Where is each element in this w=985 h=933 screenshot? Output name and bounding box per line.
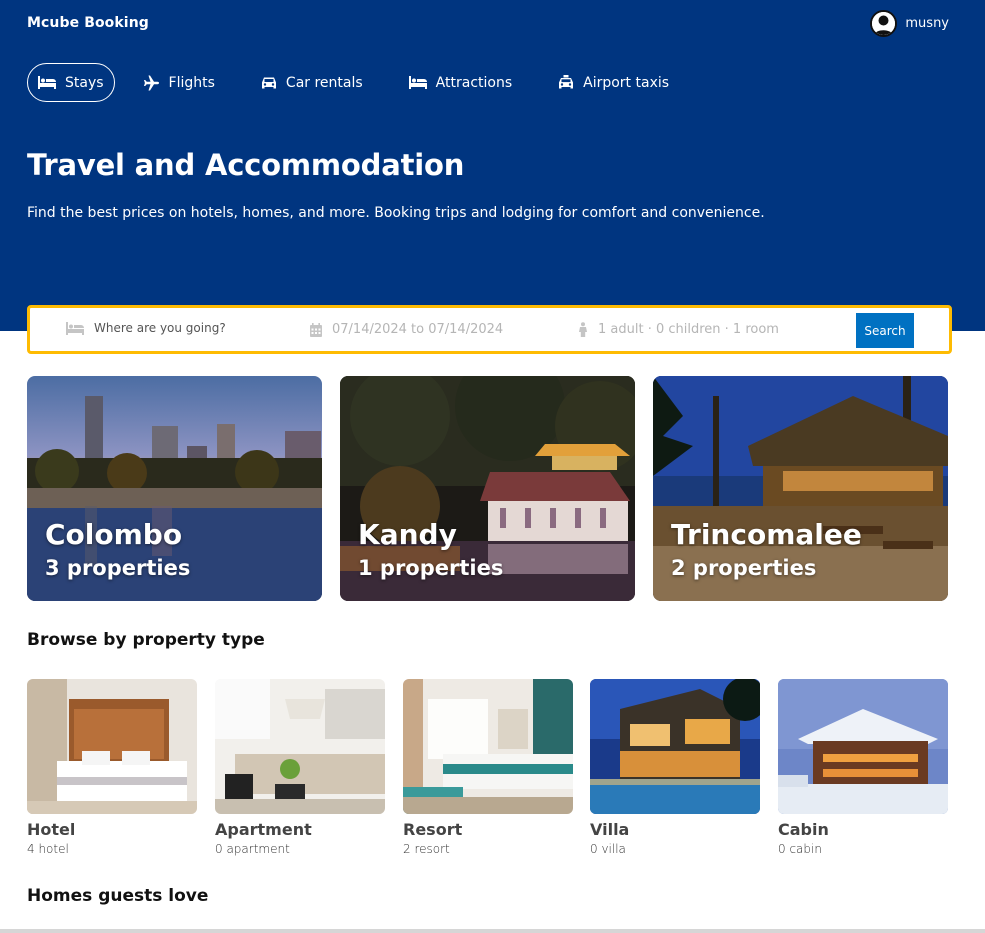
property-type-apartment[interactable]: Apartment 0 apartment [215, 679, 385, 856]
person-icon [579, 322, 587, 337]
header: Mcube Booking musny Stays Flights Car re… [0, 0, 985, 331]
scroll-divider [0, 929, 985, 933]
user-menu[interactable]: musny [870, 9, 949, 37]
property-type-hotel[interactable]: Hotel 4 hotel [27, 679, 197, 856]
city-name: Colombo [45, 518, 183, 551]
city-properties: 1 properties [358, 556, 504, 580]
nav-flights[interactable]: Flights [133, 63, 233, 102]
nav-car-rentals[interactable]: Car rentals [251, 63, 381, 102]
property-type-count: 2 resort [403, 842, 450, 856]
property-type-villa[interactable]: Villa 0 villa [590, 679, 760, 856]
property-type-count: 0 apartment [215, 842, 290, 856]
resort-image [403, 679, 573, 814]
nav-label: Car rentals [285, 74, 363, 91]
bed-icon [408, 76, 427, 89]
taxi-icon [559, 75, 574, 89]
guests-field[interactable]: 1 adult · 0 children · 1 room [578, 322, 779, 337]
city-properties: 3 properties [45, 556, 191, 580]
city-card-kandy[interactable]: Kandy 1 properties [340, 376, 635, 601]
homes-guests-love-title: Homes guests love [27, 886, 209, 906]
property-type-name: Resort [403, 820, 463, 839]
property-type-name: Apartment [215, 820, 312, 839]
city-name: Trincomalee [671, 518, 862, 551]
city-card-colombo[interactable]: Colombo 3 properties [27, 376, 322, 601]
nav-label: Stays [65, 74, 104, 91]
bed-icon [38, 76, 56, 89]
user-avatar-icon[interactable] [870, 9, 898, 37]
car-icon [261, 77, 276, 88]
user-name[interactable]: musny [905, 16, 949, 31]
nav-attractions[interactable]: Attractions [399, 63, 530, 102]
guests-summary[interactable]: 1 adult · 0 children · 1 room [598, 322, 779, 337]
date-field[interactable]: 07/14/2024 to 07/14/2024 [310, 322, 503, 337]
villa-image [590, 679, 760, 814]
hero-title: Travel and Accommodation [27, 148, 465, 182]
calendar-icon [310, 322, 322, 337]
property-type-name: Villa [590, 820, 630, 839]
property-type-title: Browse by property type [27, 630, 265, 650]
hero-subtitle: Find the best prices on hotels, homes, a… [27, 205, 765, 221]
nav-label: Airport taxis [583, 74, 670, 91]
city-name: Kandy [358, 518, 457, 551]
property-type-count: 0 villa [590, 842, 626, 856]
top-bar: Mcube Booking musny [27, 0, 949, 46]
plane-icon [143, 75, 159, 90]
main-nav: Stays Flights Car rentals Attractions Ai… [27, 63, 705, 102]
hotel-image [27, 679, 197, 814]
property-type-name: Cabin [778, 820, 829, 839]
destination-field[interactable] [66, 321, 264, 335]
search-bar: 07/14/2024 to 07/14/2024 1 adult · 0 chi… [27, 305, 952, 354]
property-type-count: 4 hotel [27, 842, 69, 856]
search-button[interactable]: Search [856, 313, 914, 348]
nav-stays[interactable]: Stays [27, 63, 115, 102]
property-type-name: Hotel [27, 820, 76, 839]
destination-input[interactable] [94, 321, 264, 335]
city-card-trincomalee[interactable]: Trincomalee 2 properties [653, 376, 948, 601]
property-type-count: 0 cabin [778, 842, 822, 856]
property-type-resort[interactable]: Resort 2 resort [403, 679, 573, 856]
nav-label: Flights [168, 74, 215, 91]
bed-icon [66, 321, 84, 335]
brand-logo[interactable]: Mcube Booking [27, 15, 149, 31]
date-range[interactable]: 07/14/2024 to 07/14/2024 [332, 322, 503, 337]
property-type-cabin[interactable]: Cabin 0 cabin [778, 679, 948, 856]
nav-label: Attractions [435, 74, 513, 91]
apartment-image [215, 679, 385, 814]
cabin-image [778, 679, 948, 814]
city-properties: 2 properties [671, 556, 817, 580]
nav-airport-taxis[interactable]: Airport taxis [548, 63, 687, 102]
